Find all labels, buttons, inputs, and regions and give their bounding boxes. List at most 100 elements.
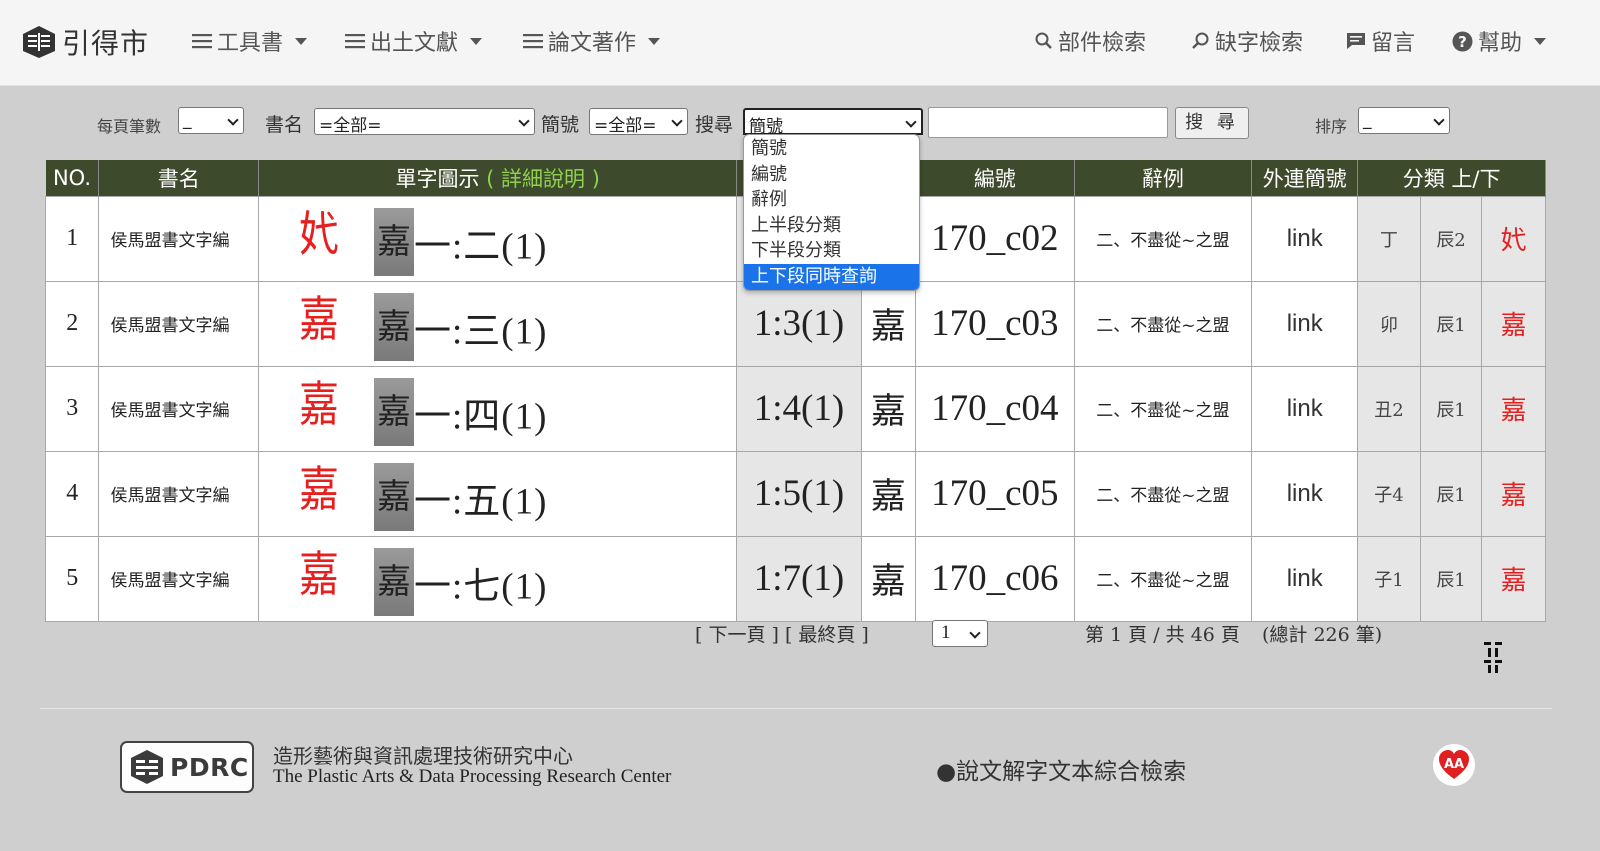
cell-code: 170_c04: [915, 365, 1075, 452]
accessibility-badge[interactable]: AA: [1433, 744, 1475, 786]
cell-no: 4: [44, 450, 100, 537]
cell-book: 侯馬盟書文字編: [98, 365, 259, 452]
cell-no: 2: [44, 280, 100, 367]
cell-example: 二、不盡從~之盟: [1073, 280, 1253, 367]
shuowen-search-link[interactable]: ●說文解字文本綜合檢索: [936, 752, 1186, 786]
scan-glyph-image: 嘉: [373, 208, 414, 277]
layout-toggle-icon[interactable]: [1482, 640, 1504, 674]
detail-link[interactable]: ( 詳細說明 ): [486, 167, 600, 191]
nav-message[interactable]: 留言: [1346, 25, 1415, 57]
dropdown-option-lower[interactable]: 下半段分類: [744, 238, 919, 264]
search-label: 搜尋: [695, 114, 734, 136]
caret-down-icon: [470, 37, 483, 45]
cell-image: 㚤嘉一:二(1): [257, 195, 738, 282]
page-info: 第 1 頁 / 共 46 頁: [1085, 624, 1240, 646]
scan-caption: 一:二(1): [413, 226, 548, 268]
cell-lower-class: 辰1: [1419, 450, 1483, 537]
page-select[interactable]: 1: [932, 620, 988, 647]
book-select[interactable]: =全部=: [314, 108, 535, 135]
cell-lower-class: 辰1: [1419, 280, 1483, 367]
nav-missing-char-search[interactable]: 缺字檢索: [1192, 25, 1303, 57]
per-page-label: 每頁筆數: [97, 117, 162, 136]
scan-caption: 一:四(1): [413, 396, 548, 438]
table-row: 3 侯馬盟書文字編嘉嘉一:四(1) 1:4(1) 嘉 170_c04 二、不盡從~之盟 li…: [44, 365, 1546, 452]
menu-icon: [523, 33, 543, 49]
chevron-down-icon: [518, 115, 530, 127]
caret-down-icon: [295, 37, 308, 45]
cell-upper-class: 子1: [1357, 535, 1421, 622]
cell-code: 170_c05: [915, 450, 1075, 537]
cell-lower-class: 辰2: [1419, 195, 1483, 282]
pdrc-logo[interactable]: PDRC: [120, 741, 254, 793]
scan-caption: 一:五(1): [413, 481, 548, 523]
cell-book: 侯馬盟書文字編: [98, 195, 259, 282]
footer-divider: [40, 708, 1552, 709]
search-icon: [1035, 32, 1053, 50]
red-glyph-image: 嘉: [298, 461, 339, 518]
svg-text:AA: AA: [1444, 757, 1464, 772]
cell-no: 1: [44, 195, 100, 282]
nav-help[interactable]: ? 幫助: [1452, 25, 1547, 57]
chevron-down-icon: [905, 116, 917, 128]
cell-image: 嘉嘉一:五(1): [257, 450, 738, 537]
cell-example: 二、不盡從~之盟: [1073, 365, 1253, 452]
header-book: 書名: [98, 160, 259, 196]
nav-reference-books[interactable]: 工具書: [192, 25, 308, 57]
nav-component-search[interactable]: 部件檢索: [1035, 25, 1146, 57]
header-classification: 分類 上/下: [1357, 160, 1546, 196]
table-row: 5 侯馬盟書文字編嘉嘉一:七(1) 1:7(1) 嘉 170_c06 二、不盡從~之盟 li…: [44, 535, 1546, 622]
chevron-down-icon: [1433, 114, 1445, 126]
site-logo[interactable]: 引得市: [22, 22, 149, 62]
scan-glyph-image: 嘉: [373, 378, 414, 447]
cell-book: 侯馬盟書文字編: [98, 450, 259, 537]
cell-external-link[interactable]: link: [1251, 365, 1359, 452]
cell-external-link[interactable]: link: [1251, 535, 1359, 622]
search-field-select[interactable]: 簡號: [743, 108, 923, 135]
cell-glyph-thumb: 嘉: [1481, 450, 1546, 537]
search-input[interactable]: [928, 107, 1168, 138]
scan-caption: 一:三(1): [413, 311, 548, 353]
nav-label: 工具書: [217, 31, 284, 56]
pagination-links[interactable]: [ 下一頁 ] [ 最終頁 ]: [695, 620, 869, 647]
top-navbar: 引得市 工具書 出土文獻 論文著作 部件檢索 缺字檢索 留言 ? 幫助: [0, 0, 1600, 86]
dropdown-option-code[interactable]: 編號: [744, 162, 919, 188]
cell-glyph-thumb: 嘉: [1481, 365, 1546, 452]
book-label: 書名: [265, 114, 304, 136]
sort-select[interactable]: _: [1358, 107, 1450, 134]
slip-value: =全部=: [594, 116, 657, 135]
cell-external-link[interactable]: link: [1251, 450, 1359, 537]
cell-slip: 1:5(1): [736, 450, 862, 537]
dropdown-option-upper[interactable]: 上半段分類: [744, 213, 919, 239]
header-no: NO.: [45, 160, 100, 196]
cell-glyph-thumb: 嘉: [1481, 280, 1546, 367]
chevron-down-icon: [969, 627, 981, 639]
cell-external-link[interactable]: link: [1251, 195, 1359, 282]
caret-down-icon: [1534, 37, 1547, 45]
search-icon: [1192, 32, 1210, 50]
cell-no: 5: [44, 535, 100, 622]
slip-select[interactable]: =全部=: [589, 108, 688, 135]
total-count: (總計 226 筆): [1262, 624, 1383, 646]
cell-slip: 1:4(1): [736, 365, 862, 452]
nav-excavated-texts[interactable]: 出土文獻: [345, 25, 483, 57]
pdrc-logo-text: PDRC: [170, 752, 249, 782]
org-name-chinese: 造形藝術與資訊處理技術研究中心: [273, 744, 573, 768]
red-glyph-image: 嘉: [298, 376, 339, 433]
dropdown-option-example[interactable]: 辭例: [744, 187, 919, 213]
cell-external-link[interactable]: link: [1251, 280, 1359, 367]
comment-icon: [1346, 32, 1366, 50]
cell-lower-class: 辰1: [1419, 535, 1483, 622]
cell-book: 侯馬盟書文字編: [98, 535, 259, 622]
nav-label: 缺字檢索: [1215, 31, 1304, 56]
per-page-select[interactable]: _: [178, 107, 244, 134]
page-value: 1: [941, 622, 951, 643]
cell-glyph-thumb: 嘉: [1481, 535, 1546, 622]
dropdown-option-slip[interactable]: 簡號: [744, 136, 919, 162]
nav-label: 部件檢索: [1058, 31, 1147, 56]
search-button[interactable]: 搜 尋: [1175, 107, 1249, 139]
cell-example: 二、不盡從~之盟: [1073, 195, 1253, 282]
dropdown-option-both[interactable]: 上下段同時查詢: [744, 263, 919, 290]
slip-label: 簡號: [541, 114, 580, 136]
chevron-down-icon: [227, 114, 239, 126]
nav-papers[interactable]: 論文著作: [523, 25, 661, 57]
